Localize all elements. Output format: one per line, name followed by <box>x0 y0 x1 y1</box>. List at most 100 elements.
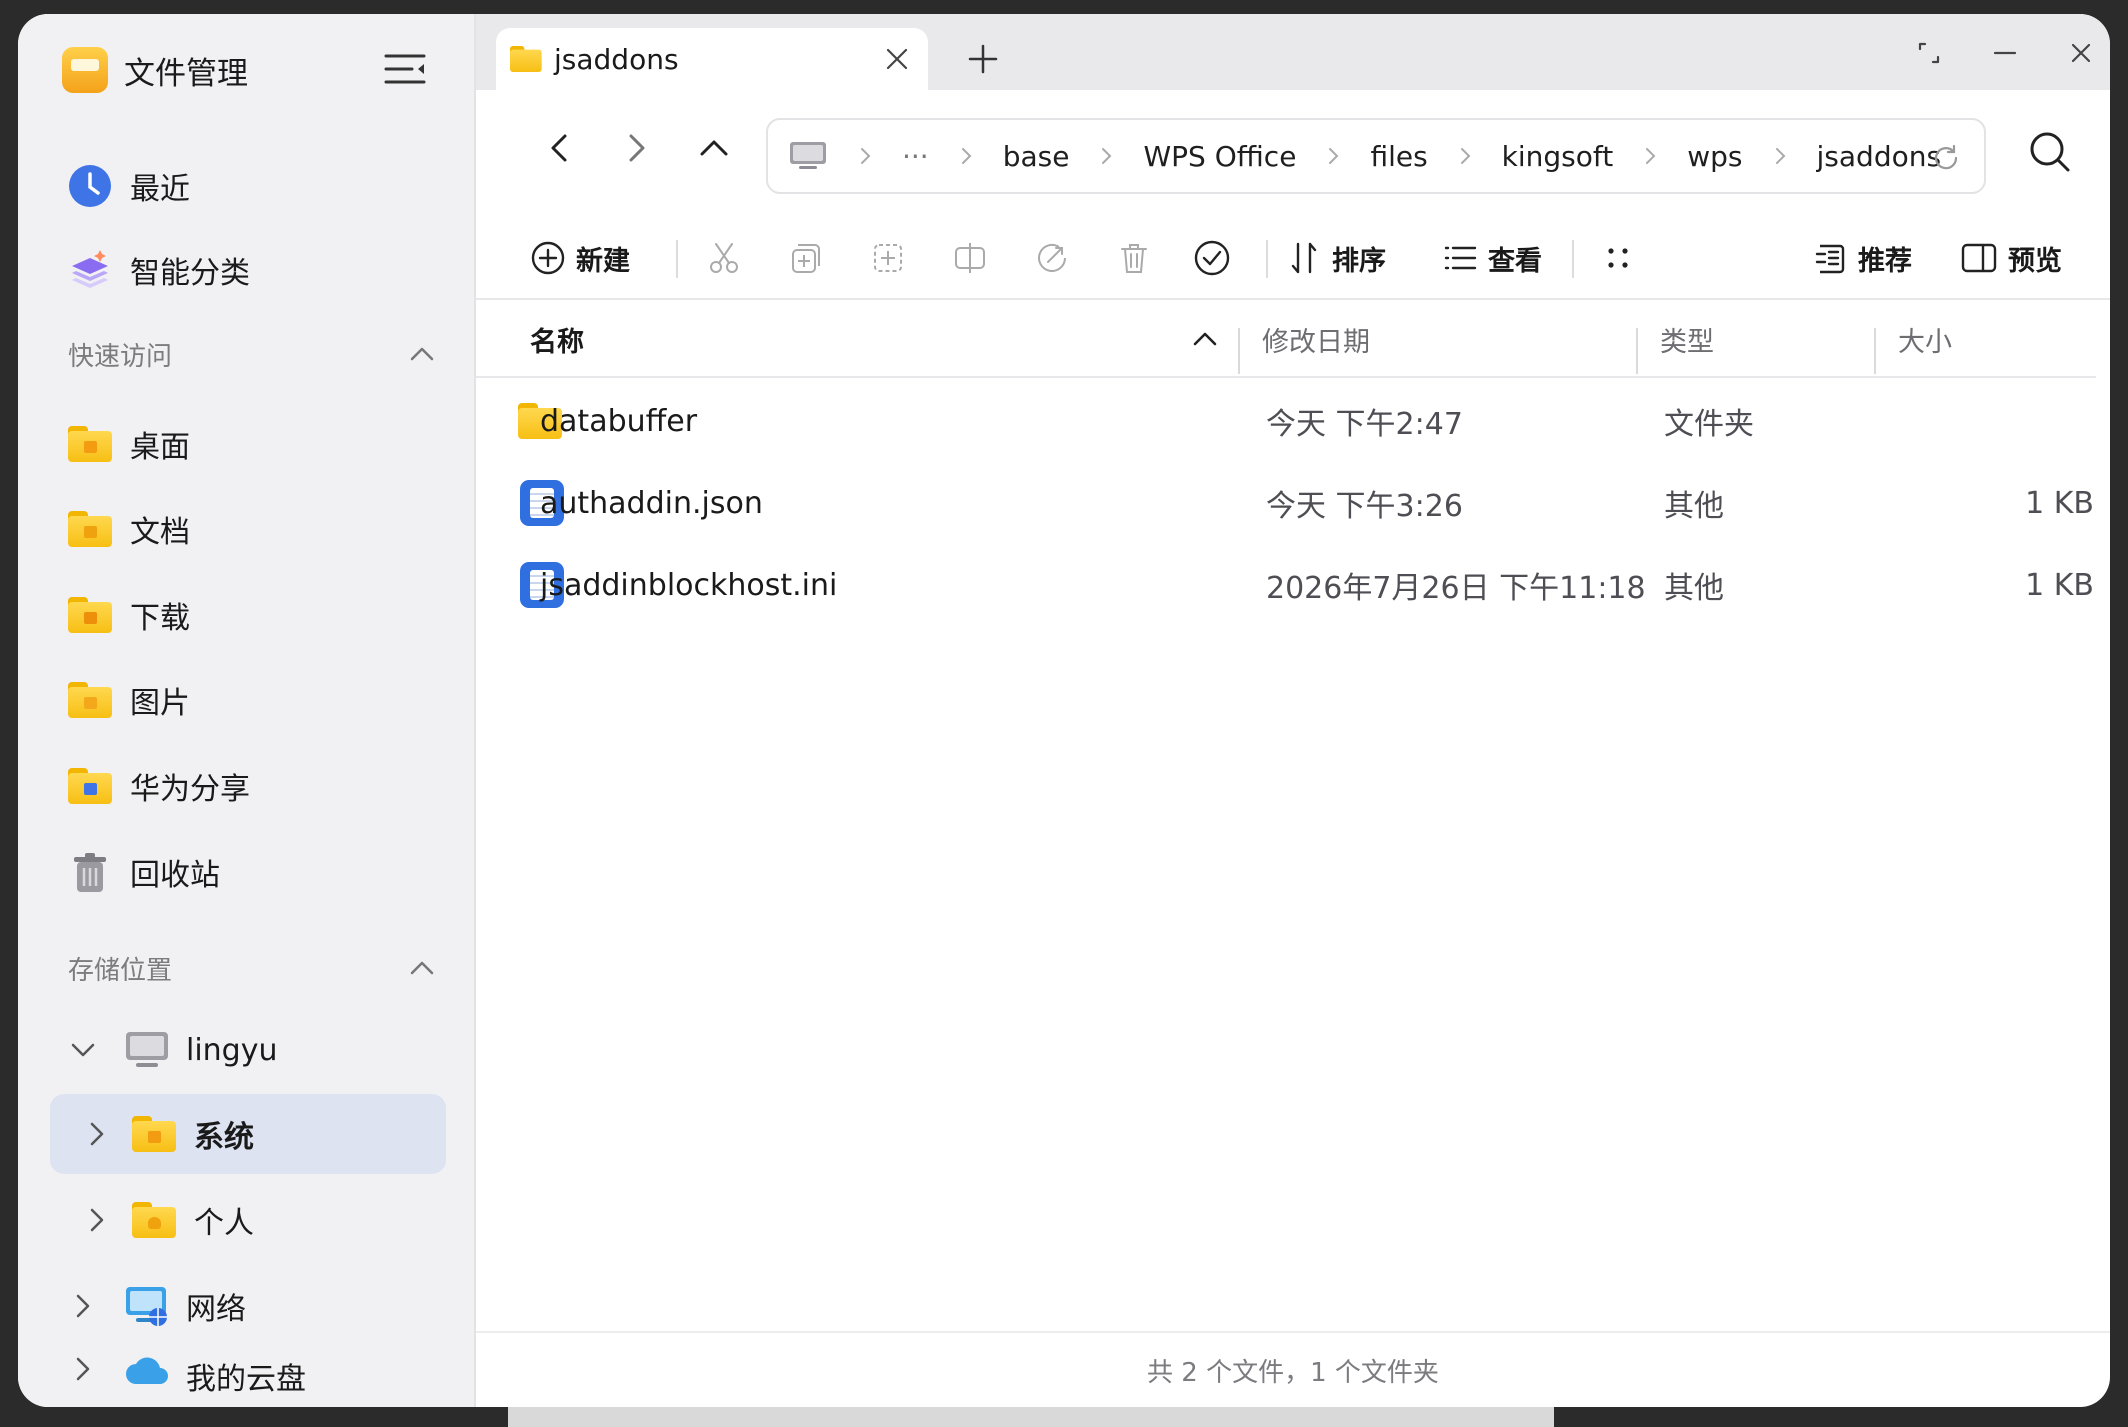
new-label: 新建 <box>576 245 630 277</box>
file-date: 2026年7月26日 下午11:18 <box>1266 571 1646 606</box>
breadcrumb-ellipsis[interactable]: ··· <box>902 140 929 173</box>
tab-label: jsaddons <box>554 42 679 76</box>
storage-header[interactable]: 存储位置 <box>68 946 448 990</box>
column-divider[interactable] <box>1874 328 1876 374</box>
breadcrumb-item[interactable]: jsaddons <box>1743 140 1942 173</box>
sidebar-collapse-icon[interactable] <box>384 52 426 86</box>
file-row[interactable]: databuffer 今天 下午2:47 文件夹 <box>476 380 2096 462</box>
breadcrumb-item[interactable]: kingsoft <box>1428 140 1614 173</box>
add-circle-icon <box>531 241 565 275</box>
clock-icon <box>69 165 111 207</box>
pictures-folder-icon <box>68 682 112 718</box>
new-button[interactable]: 新建 <box>530 238 630 278</box>
column-divider[interactable] <box>1636 328 1638 374</box>
delete-icon[interactable] <box>1116 240 1152 276</box>
preview-button[interactable]: 预览 <box>1960 238 2062 278</box>
file-row[interactable]: jsaddinblockhost.ini 2026年7月26日 下午11:18 … <box>476 544 2096 626</box>
select-all-icon[interactable] <box>1192 238 1232 278</box>
sort-button[interactable]: 排序 <box>1286 238 1386 278</box>
sidebar-item-pictures[interactable]: 图片 <box>68 670 448 730</box>
recommend-button[interactable]: 推荐 <box>1812 238 1912 278</box>
sidebar-item-label: 下载 <box>130 601 190 636</box>
minimize-window-icon[interactable] <box>1990 38 2020 68</box>
recommend-icon <box>1815 244 1845 274</box>
downloads-folder-icon <box>68 597 112 633</box>
breadcrumb-separator-icon <box>1102 148 1112 164</box>
tree-item-label: 个人 <box>194 1206 254 1241</box>
search-icon[interactable] <box>2022 124 2078 180</box>
close-icon[interactable] <box>882 44 912 74</box>
more-icon[interactable] <box>1600 240 1636 276</box>
quick-access-header[interactable]: 快速访问 <box>68 332 448 376</box>
personal-folder-icon <box>132 1202 176 1238</box>
sidebar-item-label: 图片 <box>130 686 190 721</box>
sidebar-item-downloads[interactable]: 下载 <box>68 585 448 645</box>
chevron-up-icon[interactable] <box>406 952 438 984</box>
chevron-right-icon[interactable] <box>68 1354 98 1384</box>
status-bar: 共 2 个文件，1 个文件夹 <box>476 1331 2110 1407</box>
address-bar[interactable]: ··· base WPS Office files kingsoft wps j… <box>766 118 1986 194</box>
trash-icon <box>74 853 106 892</box>
tree-item-personal[interactable]: 个人 <box>50 1180 446 1260</box>
sidebar-item-recent[interactable]: 最近 <box>68 156 448 216</box>
chevron-right-icon[interactable] <box>82 1205 112 1235</box>
sort-ascending-icon[interactable] <box>1190 324 1220 354</box>
cloud-icon <box>126 1357 168 1384</box>
sidebar-item-huawei-share[interactable]: 华为分享 <box>68 756 448 816</box>
folder-icon <box>510 46 542 72</box>
breadcrumb-item[interactable]: base <box>929 140 1070 173</box>
tree-item-system[interactable]: 系统 <box>50 1094 446 1174</box>
sidebar-item-desktop[interactable]: 桌面 <box>68 414 448 474</box>
column-name[interactable]: 名称 <box>530 300 584 378</box>
refresh-icon[interactable] <box>1930 142 1962 174</box>
up-level-icon[interactable] <box>694 128 734 168</box>
chevron-right-icon[interactable] <box>82 1119 112 1149</box>
file-size: 1 KB <box>2025 485 2094 521</box>
breadcrumb-item[interactable]: WPS Office <box>1069 140 1296 173</box>
sidebar-item-trash[interactable]: 回收站 <box>68 842 448 902</box>
breadcrumb-label[interactable]: base <box>1003 140 1070 173</box>
chevron-up-icon[interactable] <box>406 338 438 370</box>
rename-icon[interactable] <box>952 240 988 276</box>
breadcrumb-item[interactable]: wps <box>1613 140 1743 173</box>
breadcrumb-label[interactable]: jsaddons <box>1817 140 1942 173</box>
chevron-right-icon[interactable] <box>68 1291 98 1321</box>
back-icon[interactable] <box>540 128 580 168</box>
paste-icon[interactable] <box>870 240 906 276</box>
breadcrumb-label[interactable]: kingsoft <box>1502 140 1614 173</box>
close-window-icon[interactable] <box>2066 38 2096 68</box>
chevron-down-icon[interactable] <box>68 1035 98 1065</box>
cut-icon[interactable] <box>706 240 742 276</box>
sidebar-item-smart-category[interactable]: 智能分类 <box>68 240 448 300</box>
tab-jsaddons[interactable]: jsaddons <box>496 28 928 90</box>
tree-item-network[interactable]: 网络 <box>68 1266 458 1346</box>
view-button[interactable]: 查看 <box>1442 238 1542 278</box>
copy-icon[interactable] <box>788 240 824 276</box>
restore-window-icon[interactable] <box>1914 38 1944 68</box>
column-divider[interactable] <box>1238 328 1240 374</box>
toolbar: 新建 排序 查看 推荐 预览 <box>476 216 2110 300</box>
sidebar-item-label: 回收站 <box>130 858 220 893</box>
smart-category-icon <box>72 250 108 288</box>
column-date[interactable]: 修改日期 <box>1262 300 1370 378</box>
tree-item-label: 系统 <box>194 1120 254 1155</box>
storage-title: 存储位置 <box>68 955 173 986</box>
add-tab-icon[interactable] <box>966 42 1000 76</box>
breadcrumb-label[interactable]: files <box>1370 140 1427 173</box>
share-icon[interactable] <box>1034 240 1070 276</box>
forward-icon[interactable] <box>616 128 656 168</box>
computer-icon[interactable] <box>788 140 828 172</box>
column-type[interactable]: 类型 <box>1660 300 1714 378</box>
breadcrumb-item[interactable]: files <box>1296 140 1428 173</box>
preview-pane-icon <box>1961 243 1997 273</box>
sidebar-item-documents[interactable]: 文档 <box>68 499 448 559</box>
column-size[interactable]: 大小 <box>1898 300 1952 378</box>
file-row[interactable]: authaddin.json 今天 下午3:26 其他 1 KB <box>476 462 2096 544</box>
breadcrumb-label[interactable]: wps <box>1687 140 1742 173</box>
tree-item-cloud[interactable]: 我的云盘 <box>68 1354 458 1407</box>
breadcrumb-label[interactable]: WPS Office <box>1143 140 1296 173</box>
file-type: 其他 <box>1664 571 1724 606</box>
sidebar-item-label: 文档 <box>130 515 190 550</box>
breadcrumb-separator-icon <box>861 148 871 164</box>
tree-item-lingyu[interactable]: lingyu <box>68 1010 458 1090</box>
